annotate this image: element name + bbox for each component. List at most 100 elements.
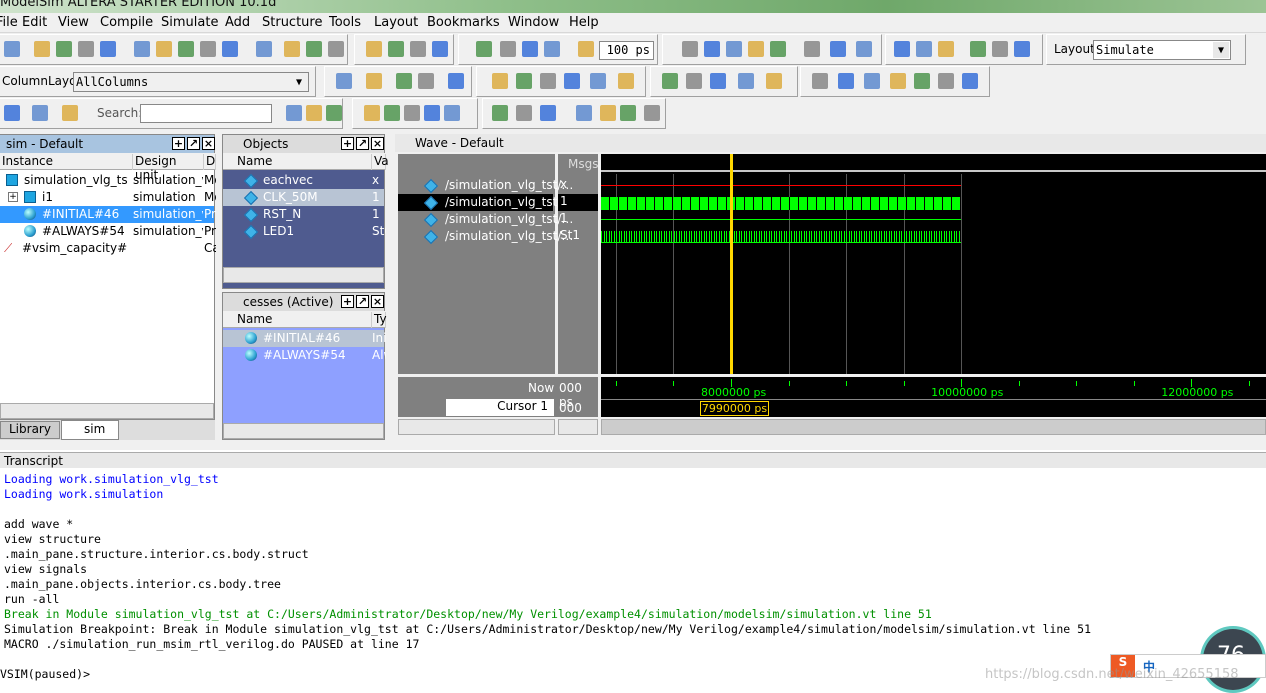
cursor-name[interactable]: Cursor 1: [446, 399, 554, 416]
toolbar-icon[interactable]: [914, 73, 930, 89]
toolbar-icon[interactable]: [540, 73, 556, 89]
toolbar-icon[interactable]: [492, 73, 508, 89]
process-row[interactable]: #ALWAYS#54 Alw: [223, 347, 386, 364]
dock-icon[interactable]: +: [341, 137, 354, 150]
toolbar-icon[interactable]: [364, 105, 380, 121]
menu-structure[interactable]: Structure: [262, 15, 322, 30]
names-scrollbar[interactable]: [398, 419, 555, 435]
toolbar-icon[interactable]: [222, 41, 238, 57]
command-prompt[interactable]: VSIM(paused)>: [0, 667, 90, 681]
wave-signal-row[interactable]: /simulation_vlg_tst/…: [398, 211, 573, 228]
menu-help[interactable]: Help: [569, 15, 599, 30]
time-ruler[interactable]: 8000000 ps 10000000 ps 12000000 ps 7990000 …: [601, 377, 1266, 417]
toolbar-icon[interactable]: [540, 105, 556, 121]
toolbar-icon[interactable]: [578, 41, 594, 57]
toolbar-icon[interactable]: [970, 41, 986, 57]
tree-row[interactable]: + i1 simulation Mo: [0, 189, 216, 206]
toolbar-icon[interactable]: [962, 73, 978, 89]
toolbar-icon[interactable]: [618, 73, 634, 89]
toolbar-icon[interactable]: [992, 41, 1008, 57]
column-header-design-unit[interactable]: Design unit: [133, 154, 204, 182]
toolbar-icon[interactable]: [178, 41, 194, 57]
menu-add[interactable]: Add: [225, 15, 250, 30]
toolbar-icon[interactable]: [600, 105, 616, 121]
toolbar-icon[interactable]: [726, 41, 742, 57]
values-scrollbar[interactable]: [558, 419, 598, 435]
close-icon[interactable]: ×: [371, 295, 384, 308]
toolbar-icon[interactable]: [286, 105, 302, 121]
column-header-name[interactable]: Name: [235, 154, 372, 170]
wave-scrollbar[interactable]: [601, 419, 1266, 435]
tab-sim[interactable]: sim: [61, 420, 119, 440]
toolbar-icon[interactable]: [662, 73, 678, 89]
undock-icon[interactable]: ↗: [356, 137, 369, 150]
toolbar-icon[interactable]: [56, 41, 72, 57]
toolbar-icon[interactable]: [366, 41, 382, 57]
toolbar-icon[interactable]: [522, 41, 538, 57]
toolbar-icon[interactable]: [864, 73, 880, 89]
object-row[interactable]: LED1 St0: [223, 223, 386, 240]
expand-icon[interactable]: +: [8, 192, 18, 202]
tree-row[interactable]: simulation_vlg_tst simulation_v…Mo: [0, 172, 216, 189]
tree-row[interactable]: #ALWAYS#54 simulation_v…Pr: [0, 223, 216, 240]
toolbar-icon[interactable]: [326, 105, 342, 121]
menu-view[interactable]: View: [58, 15, 89, 30]
toolbar-icon[interactable]: [644, 105, 660, 121]
cursor-time-label[interactable]: 7990000 ps: [699, 401, 770, 416]
undock-icon[interactable]: ↗: [356, 295, 369, 308]
toolbar-icon[interactable]: [916, 41, 932, 57]
close-icon[interactable]: ×: [371, 137, 384, 150]
toolbar-icon[interactable]: [384, 105, 400, 121]
toolbar-icon[interactable]: [590, 73, 606, 89]
toolbar-icon[interactable]: [418, 73, 434, 89]
toolbar-icon[interactable]: [938, 73, 954, 89]
column-layout-select[interactable]: AllColumns ▼: [73, 72, 309, 92]
toolbar-icon[interactable]: [448, 73, 464, 89]
toolbar-icon[interactable]: [516, 73, 532, 89]
column-header-type[interactable]: Ty: [372, 312, 387, 328]
wave-signal-row[interactable]: /simulation_vlg_tst/…: [398, 194, 573, 211]
toolbar-icon[interactable]: [100, 41, 116, 57]
wave-signal-row[interactable]: /simulation_vlg_tst/…: [398, 177, 573, 194]
chevron-down-icon[interactable]: ▼: [1213, 42, 1229, 58]
chevron-down-icon[interactable]: ▼: [291, 74, 307, 90]
dock-icon[interactable]: +: [341, 295, 354, 308]
menu-window[interactable]: Window: [508, 15, 559, 30]
toolbar-icon[interactable]: [516, 105, 532, 121]
object-row[interactable]: CLK_50M 1: [223, 189, 384, 206]
menu-file[interactable]: File: [0, 15, 18, 30]
column-header-value[interactable]: Va: [372, 154, 389, 170]
column-header-d[interactable]: D: [204, 154, 216, 170]
close-icon[interactable]: ×: [202, 137, 215, 150]
menu-compile[interactable]: Compile: [100, 15, 153, 30]
wave-signal-row[interactable]: /simulation_vlg_tst/…: [398, 228, 573, 245]
menu-layout[interactable]: Layout: [374, 15, 418, 30]
waveform-canvas[interactable]: [601, 154, 1266, 374]
toolbar-icon[interactable]: [388, 41, 404, 57]
toolbar-icon[interactable]: [686, 73, 702, 89]
object-row[interactable]: eachvec x: [223, 172, 384, 189]
undock-icon[interactable]: ↗: [187, 137, 200, 150]
toolbar-icon[interactable]: [476, 41, 492, 57]
toolbar-icon[interactable]: [336, 73, 352, 89]
toolbar-icon[interactable]: [444, 105, 460, 121]
toolbar-icon[interactable]: [1014, 41, 1030, 57]
toolbar-icon[interactable]: [812, 73, 828, 89]
cursor-line[interactable]: [729, 154, 733, 374]
toolbar-icon[interactable]: [284, 41, 300, 57]
search-input[interactable]: [140, 104, 272, 123]
toolbar-icon[interactable]: [424, 105, 440, 121]
toolbar-icon[interactable]: [366, 73, 382, 89]
toolbar-icon[interactable]: [576, 105, 592, 121]
toolbar-icon[interactable]: [766, 73, 782, 89]
toolbar-icon[interactable]: [894, 41, 910, 57]
column-header-instance[interactable]: Instance: [0, 154, 133, 170]
toolbar-icon[interactable]: [396, 73, 412, 89]
horizontal-scrollbar[interactable]: [0, 403, 214, 419]
toolbar-icon[interactable]: [34, 41, 50, 57]
toolbar-icon[interactable]: [710, 73, 726, 89]
horizontal-scrollbar[interactable]: [223, 267, 384, 283]
toolbar-icon[interactable]: [856, 41, 872, 57]
toolbar-icon[interactable]: [738, 73, 754, 89]
toolbar-icon[interactable]: [410, 41, 426, 57]
